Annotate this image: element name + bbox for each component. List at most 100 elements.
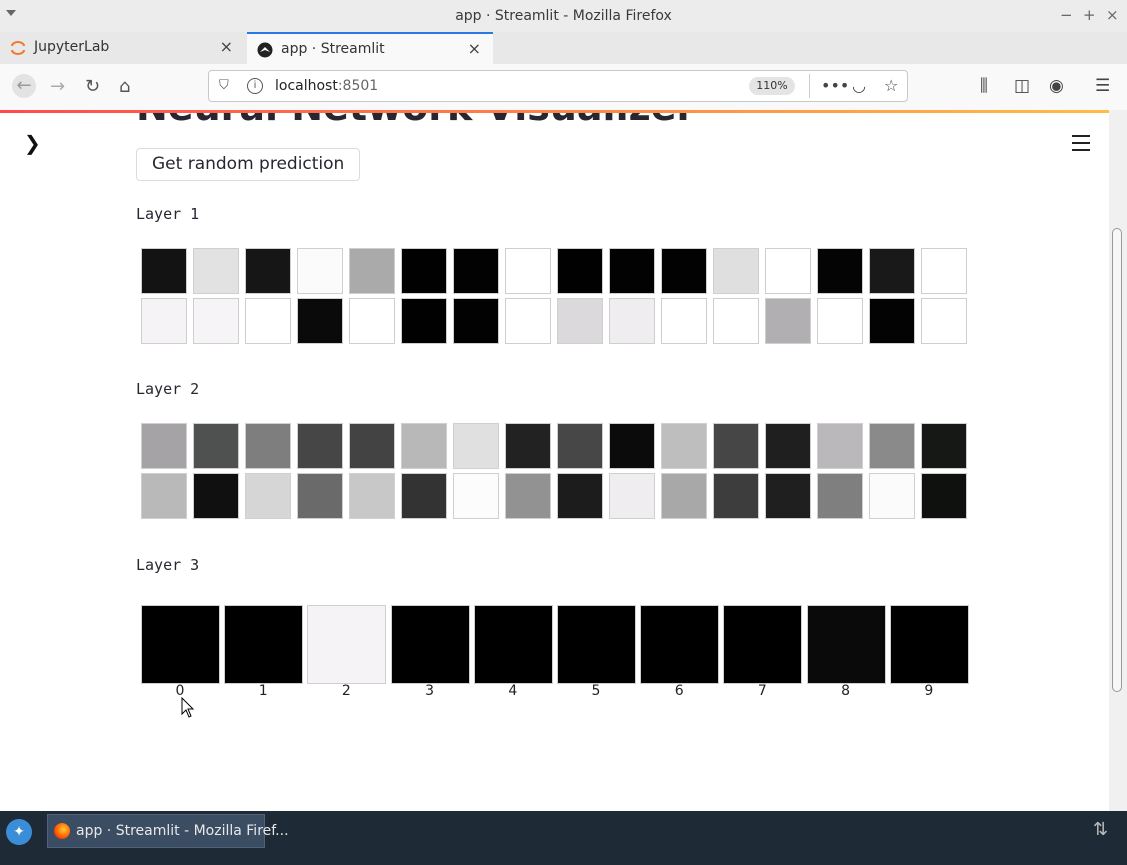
layer-1-neuron	[765, 298, 811, 344]
layer-1-neuron	[297, 298, 343, 344]
app-menu-icon[interactable]: ☰	[1095, 76, 1110, 96]
layer-1-neuron	[245, 248, 291, 294]
minimize-button[interactable]: −	[1060, 6, 1073, 24]
tracking-shield-icon[interactable]: ⛉	[219, 78, 229, 93]
url-host: localhost	[275, 78, 338, 94]
maximize-button[interactable]: +	[1083, 6, 1096, 24]
layer-1-neuron	[401, 298, 447, 344]
layer-2-neuron	[505, 423, 551, 469]
layer-2-neuron	[453, 473, 499, 519]
layer-1-neuron	[921, 248, 967, 294]
layer-1-neuron	[193, 298, 239, 344]
layer-3-neuron	[640, 605, 720, 684]
layer-2-neuron	[557, 473, 603, 519]
home-icon[interactable]: ⌂	[119, 76, 130, 97]
layer-2-neuron	[141, 473, 187, 519]
forward-arrow-icon[interactable]: →	[50, 76, 65, 97]
sidebar-expand-icon[interactable]: ❯	[24, 131, 41, 155]
layer-1-neuron	[921, 298, 967, 344]
layer-2-neuron	[193, 473, 239, 519]
sidebar-toggle-icon[interactable]: ◫	[1014, 76, 1030, 96]
url-port: :8501	[337, 78, 379, 94]
jupyter-icon	[11, 41, 25, 55]
site-info-icon[interactable]: i	[247, 78, 263, 94]
layer-1-neuron	[141, 298, 187, 344]
tab-jupyterlab[interactable]: JupyterLab ×	[0, 32, 245, 62]
layer-2-neuron	[349, 423, 395, 469]
close-tab-icon[interactable]: ×	[220, 37, 233, 56]
layer-2-neuron	[401, 423, 447, 469]
layer-1-neuron	[609, 298, 655, 344]
layer-1-neuron	[245, 298, 291, 344]
zoom-level-badge[interactable]: 110%	[749, 77, 795, 95]
layer-2-neuron	[141, 423, 187, 469]
url-bar[interactable]: ⛉ i localhost:8501 110% ••• ◡ ☆	[208, 70, 908, 102]
layer-1-neuron	[869, 298, 915, 344]
layer-3-label: Layer 3	[136, 556, 200, 574]
layer-2-neuron	[245, 423, 291, 469]
url-text[interactable]: localhost:8501	[275, 78, 378, 94]
output-label: 5	[591, 683, 601, 699]
layer-1-neuron	[349, 298, 395, 344]
layer-1-neuron	[453, 298, 499, 344]
layer-3-neuron	[141, 605, 220, 684]
layer-1-neuron	[661, 248, 707, 294]
layer-1-neuron	[141, 248, 187, 294]
layer-1-neuron	[505, 298, 551, 344]
layer-2-neuron	[401, 473, 447, 519]
layer-2-label: Layer 2	[136, 380, 200, 398]
output-label: 1	[258, 683, 268, 699]
scrollbar-thumb[interactable]	[1112, 228, 1122, 692]
tab-label: JupyterLab	[34, 39, 110, 55]
reload-icon[interactable]: ↻	[85, 76, 100, 97]
close-tab-icon[interactable]: ×	[468, 39, 481, 58]
layer-1-neuron	[817, 248, 863, 294]
os-taskbar: ✦ app · Streamlit - Mozilla Firef... ⇅	[0, 811, 1127, 865]
url-separator	[809, 74, 810, 98]
layer-1-neuron	[505, 248, 551, 294]
layer-2-neuron	[245, 473, 291, 519]
window-titlebar: app · Streamlit - Mozilla Firefox − + ×	[0, 0, 1127, 32]
account-icon[interactable]: ◉	[1049, 76, 1064, 96]
output-label: 0	[175, 683, 185, 699]
close-window-button[interactable]: ×	[1106, 6, 1119, 24]
page-title: Neural Network Visualizer	[136, 113, 695, 129]
layer-2-neuron	[713, 473, 759, 519]
random-prediction-button[interactable]: Get random prediction	[136, 148, 361, 181]
tab-streamlit-app[interactable]: app · Streamlit ×	[247, 32, 493, 64]
layer-2-neuron	[921, 473, 967, 519]
navigation-toolbar: ← → ↻ ⌂ ⛉ i localhost:8501 110% ••• ◡ ☆ …	[0, 64, 1127, 111]
layer-3-neuron	[390, 605, 470, 684]
layer-2-neuron	[297, 473, 343, 519]
layer-2-neuron	[765, 473, 811, 519]
back-arrow-icon[interactable]: ←	[12, 74, 36, 98]
taskbar-firefox-item[interactable]: app · Streamlit - Mozilla Firef...	[47, 814, 289, 848]
layer-1-neuron	[401, 248, 447, 294]
layer-3-neuron	[307, 605, 387, 684]
layer-1-neuron	[557, 248, 603, 294]
taskbar-item-label: app · Streamlit - Mozilla Firef...	[76, 823, 289, 839]
layer-3-neuron	[473, 605, 553, 684]
start-menu-icon[interactable]: ✦	[6, 819, 32, 845]
bookmark-star-icon[interactable]: ☆	[884, 76, 898, 95]
layer-1-neuron	[349, 248, 395, 294]
library-icon[interactable]: ⫼	[980, 76, 988, 96]
layer-3-neuron	[224, 605, 304, 684]
layer-2-neuron	[349, 473, 395, 519]
layer-2-neuron	[297, 423, 343, 469]
layer-2-neuron	[869, 423, 915, 469]
output-label: 3	[425, 683, 435, 699]
page-actions-icon[interactable]: •••	[821, 76, 849, 95]
window-title: app · Streamlit - Mozilla Firefox	[455, 8, 672, 24]
layer-2-neuron	[193, 423, 239, 469]
layer-1-neuron	[557, 298, 603, 344]
layer-2-neuron	[713, 423, 759, 469]
output-label: 6	[674, 683, 684, 699]
pocket-icon[interactable]: ◡	[852, 76, 866, 95]
layer-1-neuron	[713, 298, 759, 344]
network-tray-icon[interactable]: ⇅	[1093, 819, 1108, 840]
streamlit-menu-icon[interactable]	[1072, 135, 1090, 156]
layer-3-neuron	[723, 605, 803, 684]
layer-1-label: Layer 1	[136, 205, 200, 223]
layer-1-neuron	[609, 248, 655, 294]
